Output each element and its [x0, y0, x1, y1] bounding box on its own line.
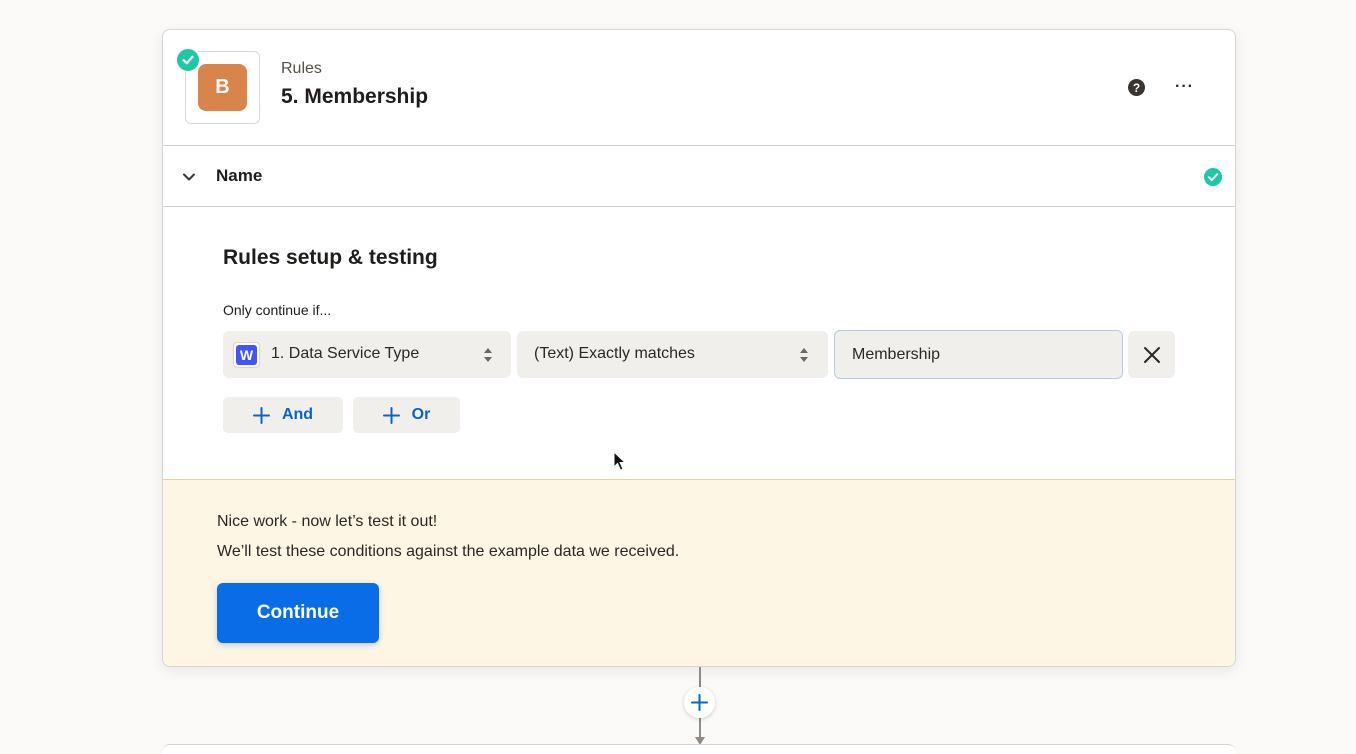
step-card: B Rules 5. Membership ? ··· Name Rules s…: [162, 29, 1236, 667]
plus-icon: [382, 406, 400, 424]
continue-button[interactable]: Continue: [217, 583, 379, 643]
condition-intro: Only continue if...: [223, 302, 332, 318]
next-step-card: [162, 744, 1236, 754]
add-or-condition-button[interactable]: Or: [353, 397, 460, 433]
app-badge: B: [198, 64, 247, 111]
mouse-cursor-icon: [613, 451, 627, 471]
field-select-value: 1. Data Service Type: [271, 345, 420, 362]
name-section-label: Name: [216, 166, 263, 185]
step-header: B Rules 5. Membership ? ···: [163, 30, 1235, 146]
question-icon[interactable]: ?: [1128, 79, 1145, 96]
check-circle-icon: [1204, 168, 1222, 186]
name-section-toggle[interactable]: Name: [163, 146, 1235, 207]
or-label: Or: [411, 406, 431, 423]
step-title: 5. Membership: [281, 85, 429, 108]
field-select[interactable]: W 1. Data Service Type: [223, 331, 511, 378]
notice-description: We’ll test these conditions against the …: [217, 543, 680, 560]
more-icon[interactable]: ···: [1175, 78, 1199, 96]
plus-icon: [691, 694, 708, 711]
app-name: Rules: [281, 60, 322, 77]
add-and-condition-button[interactable]: And: [223, 397, 343, 433]
operator-select[interactable]: (Text) Exactly matches: [517, 331, 828, 378]
test-notice: Nice work - now let’s test it out! We’ll…: [163, 479, 1235, 666]
svg-text:?: ?: [1133, 81, 1140, 95]
plus-icon: [252, 406, 270, 424]
remove-condition-button[interactable]: [1128, 331, 1175, 378]
sort-arrows-icon: [484, 348, 492, 362]
close-icon: [1143, 346, 1160, 363]
operator-select-value: (Text) Exactly matches: [534, 345, 695, 362]
sort-arrows-icon: [800, 348, 808, 362]
check-circle-icon: [175, 47, 201, 73]
add-step-button[interactable]: [684, 687, 715, 718]
chevron-down-icon: [183, 173, 195, 181]
and-label: And: [281, 406, 314, 423]
condition-value-input[interactable]: [834, 330, 1123, 379]
webflow-app-icon: W: [233, 342, 260, 368]
section-title: Rules setup & testing: [223, 246, 438, 269]
notice-heading: Nice work - now let’s test it out!: [217, 513, 438, 530]
